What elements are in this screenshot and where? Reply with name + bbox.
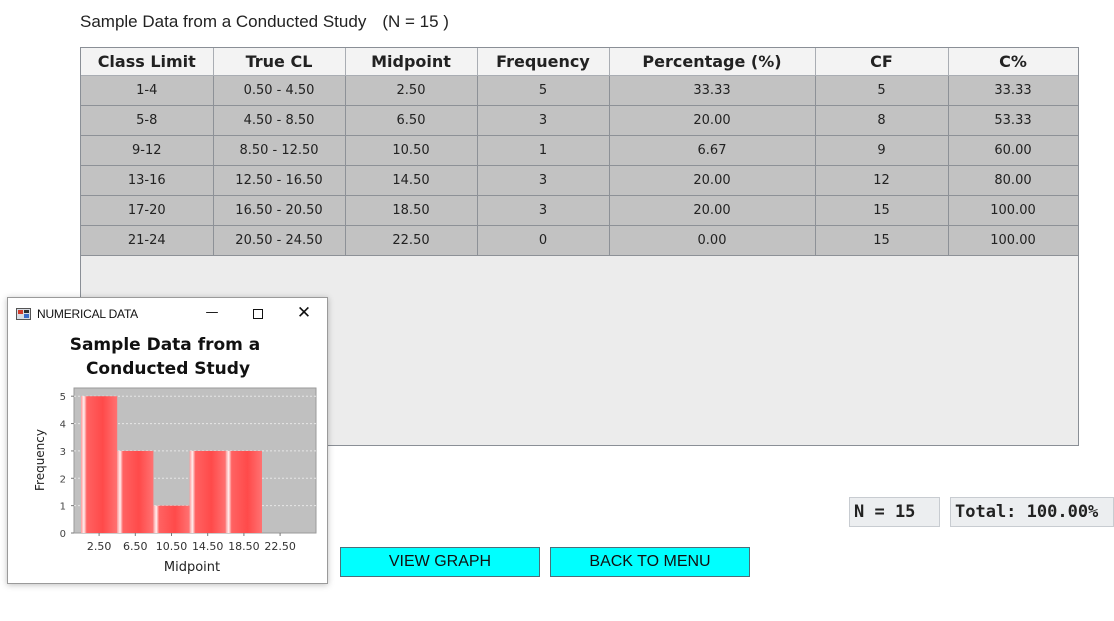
- chart-title-line-1: Sample Data from a: [70, 335, 261, 355]
- minimize-button[interactable]: —: [201, 302, 223, 324]
- table-cell[interactable]: 0.50 - 4.50: [213, 75, 346, 106]
- table-cell[interactable]: 6.50: [345, 105, 478, 136]
- column-header[interactable]: Percentage (%): [609, 48, 816, 76]
- table-cell[interactable]: 33.33: [948, 75, 1078, 106]
- y-tick-label: 5: [60, 392, 66, 403]
- table-cell[interactable]: 3: [477, 165, 610, 196]
- window-titlebar[interactable]: NUMERICAL DATA — ✕: [8, 298, 327, 328]
- x-tick-label: 6.50: [123, 540, 148, 553]
- table-row[interactable]: 13-16 12.50 - 16.50 14.50 3 20.00 12 80.00: [81, 165, 1078, 196]
- table-cell[interactable]: 1: [477, 135, 610, 166]
- histogram-bar: [117, 450, 154, 533]
- table-cell[interactable]: 22.50: [345, 225, 478, 256]
- table-cell[interactable]: 20.00: [609, 165, 816, 196]
- x-axis-label: Midpoint: [164, 560, 220, 575]
- table-cell[interactable]: 17-20: [81, 195, 214, 226]
- y-tick-label: 0: [60, 529, 66, 540]
- study-title: Sample Data from a Conducted Study: [80, 12, 367, 31]
- table-cell[interactable]: 16.50 - 20.50: [213, 195, 346, 226]
- table-cell[interactable]: 60.00: [948, 135, 1078, 166]
- table-cell[interactable]: 53.33: [948, 105, 1078, 136]
- table-cell[interactable]: 9: [815, 135, 949, 166]
- y-tick-label: 1: [60, 502, 66, 513]
- y-axis-label: Frequency: [33, 429, 47, 491]
- table-body: 1-4 0.50 - 4.50 2.50 5 33.33 5 33.33 5-8 4.50 - …: [81, 75, 1078, 256]
- total-percentage-box: Total: 100.00%: [950, 497, 1114, 527]
- view-graph-button[interactable]: VIEW GRAPH: [340, 547, 540, 577]
- frequency-table-grid: Class Limit True CL Midpoint Frequency Perce…: [81, 48, 1078, 256]
- table-cell[interactable]: 8.50 - 12.50: [213, 135, 346, 166]
- table-cell[interactable]: 20.00: [609, 105, 816, 136]
- histogram-bar: [153, 505, 190, 533]
- maximize-button[interactable]: [247, 302, 269, 324]
- table-cell[interactable]: 13-16: [81, 165, 214, 196]
- column-header[interactable]: Class Limit: [81, 48, 214, 76]
- table-cell[interactable]: 20.50 - 24.50: [213, 225, 346, 256]
- x-tick-label: 22.50: [264, 540, 296, 553]
- column-header[interactable]: Midpoint: [345, 48, 478, 76]
- sample-size-label: (N = 15 ): [382, 12, 449, 31]
- table-cell[interactable]: 9-12: [81, 135, 214, 166]
- table-cell[interactable]: 15: [815, 225, 949, 256]
- table-cell[interactable]: 4.50 - 8.50: [213, 105, 346, 136]
- table-row[interactable]: 9-12 8.50 - 12.50 10.50 1 6.67 9 60.00: [81, 135, 1078, 166]
- chart-title-line-2: Conducted Study: [86, 359, 250, 379]
- y-tick-label: 4: [60, 420, 66, 431]
- column-header[interactable]: C%: [948, 48, 1078, 76]
- table-cell[interactable]: 80.00: [948, 165, 1078, 196]
- table-header-row: Class Limit True CL Midpoint Frequency Perce…: [81, 48, 1078, 76]
- table-cell[interactable]: 100.00: [948, 225, 1078, 256]
- column-header[interactable]: CF: [815, 48, 949, 76]
- table-cell[interactable]: 12.50 - 16.50: [213, 165, 346, 196]
- table-cell[interactable]: 5-8: [81, 105, 214, 136]
- table-cell[interactable]: 18.50: [345, 195, 478, 226]
- histogram-bar: [225, 450, 262, 533]
- table-cell[interactable]: 3: [477, 195, 610, 226]
- table-cell[interactable]: 12: [815, 165, 949, 196]
- x-tick-label: 10.50: [156, 540, 188, 553]
- column-header[interactable]: True CL: [213, 48, 346, 76]
- java-app-icon: [16, 306, 31, 325]
- table-cell[interactable]: 100.00: [948, 195, 1078, 226]
- x-tick-label: 18.50: [228, 540, 260, 553]
- histogram-bar: [81, 396, 118, 533]
- table-cell[interactable]: 5: [815, 75, 949, 106]
- table-cell[interactable]: 15: [815, 195, 949, 226]
- table-cell[interactable]: 6.67: [609, 135, 816, 166]
- y-tick-label: 2: [60, 474, 66, 485]
- frequency-histogram: Sample Data from a Conducted Study 0 1 2 3 4 5 2…: [33, 335, 317, 575]
- table-cell[interactable]: 1-4: [81, 75, 214, 106]
- window-title: NUMERICAL DATA: [37, 307, 138, 321]
- x-tick-label: 2.50: [87, 540, 112, 553]
- table-cell[interactable]: 20.00: [609, 195, 816, 226]
- table-cell[interactable]: 5: [477, 75, 610, 106]
- back-to-menu-button[interactable]: BACK TO MENU: [550, 547, 750, 577]
- table-cell[interactable]: 21-24: [81, 225, 214, 256]
- table-cell[interactable]: 2.50: [345, 75, 478, 106]
- y-tick-label: 3: [60, 447, 66, 458]
- table-cell[interactable]: 8: [815, 105, 949, 136]
- table-row[interactable]: 17-20 16.50 - 20.50 18.50 3 20.00 15 100.00: [81, 195, 1078, 226]
- close-button[interactable]: ✕: [293, 302, 315, 324]
- column-header[interactable]: Frequency: [477, 48, 610, 76]
- table-cell[interactable]: 10.50: [345, 135, 478, 166]
- histogram-bar: [189, 450, 226, 533]
- table-cell[interactable]: 0: [477, 225, 610, 256]
- n-count-box: N = 15: [849, 497, 940, 527]
- maximize-icon: [253, 308, 263, 319]
- page-heading: Sample Data from a Conducted Study (N = 1…: [80, 12, 449, 32]
- table-cell[interactable]: 0.00: [609, 225, 816, 256]
- table-row[interactable]: 21-24 20.50 - 24.50 22.50 0 0.00 15 100.00: [81, 225, 1078, 256]
- numerical-data-window[interactable]: NUMERICAL DATA — ✕ Sample Data from a Con…: [7, 297, 328, 584]
- table-cell[interactable]: 3: [477, 105, 610, 136]
- x-tick-label: 14.50: [192, 540, 224, 553]
- table-row[interactable]: 1-4 0.50 - 4.50 2.50 5 33.33 5 33.33: [81, 75, 1078, 106]
- table-row[interactable]: 5-8 4.50 - 8.50 6.50 3 20.00 8 53.33: [81, 105, 1078, 136]
- table-cell[interactable]: 14.50: [345, 165, 478, 196]
- table-cell[interactable]: 33.33: [609, 75, 816, 106]
